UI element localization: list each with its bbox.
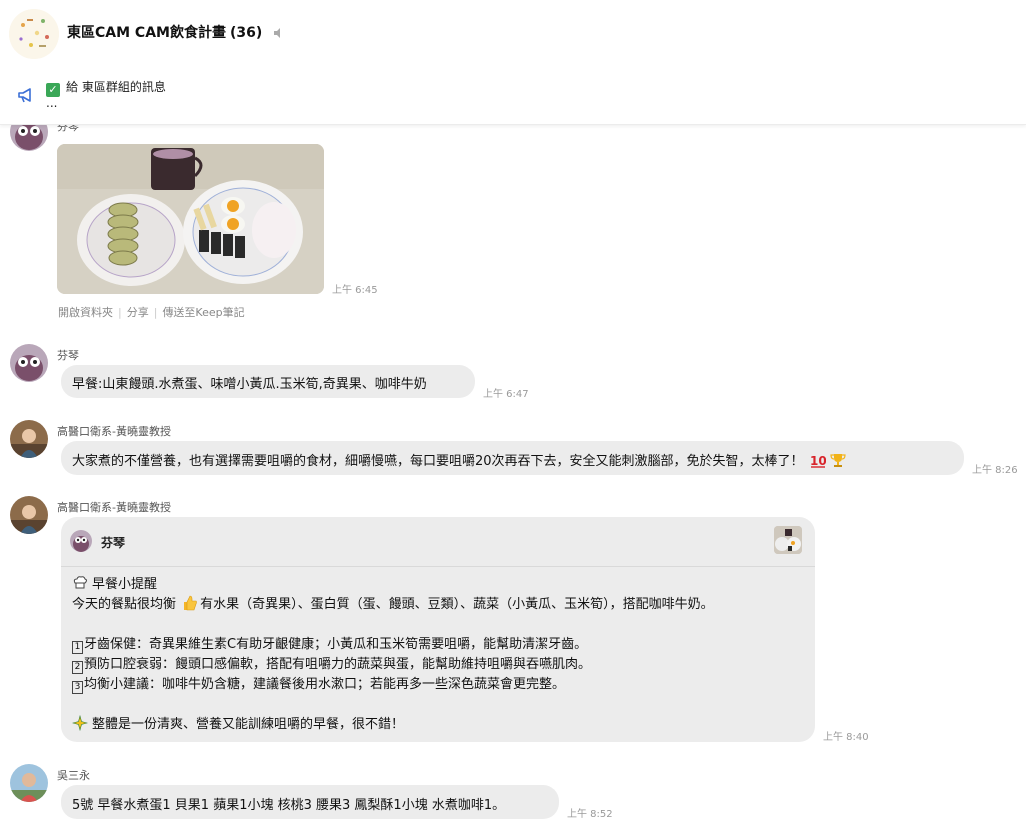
quoted-message-header[interactable]: 芬琴 (61, 517, 815, 567)
sender-name: 高醫口衛系-黃曉靈教授 (57, 425, 171, 438)
svg-text:100: 100 (810, 454, 826, 468)
message-bubble[interactable]: 大家煮的不僅營養，也有選擇需要咀嚼的食材，細嚼慢嚥，每口要咀嚼20次再吞下去，安… (61, 441, 964, 475)
reply-title: 早餐小提醒 (92, 577, 158, 592)
trophy-icon (830, 452, 846, 472)
message-text: 5號 早餐水煮蛋1 貝果1 蘋果1小塊 核桃3 腰果3 鳳梨酥1小塊 水煮咖啡1… (72, 798, 506, 813)
reply-closing-line: 整體是一份清爽、營養又能訓練咀嚼的早餐，很不錯！ (71, 714, 714, 738)
reply-message-card[interactable]: 芬琴 早餐小提醒 今天的餐點很均衡 有水果（奇異果）、蛋白質（蛋、饅頭、豆類）、… (61, 517, 815, 742)
avatar[interactable] (10, 420, 48, 458)
sparkle-icon (71, 714, 89, 738)
reply-title-line: 早餐小提醒 (72, 575, 714, 595)
number-1-icon: 1 (72, 641, 83, 654)
megaphone-icon (16, 85, 36, 109)
message-bubble[interactable]: 5號 早餐水煮蛋1 貝果1 蘋果1小塊 核桃3 腰果3 鳳梨酥1小塊 水煮咖啡1… (61, 785, 559, 819)
food-photo[interactable] (57, 144, 324, 294)
message-time: 上午 6:47 (483, 389, 529, 400)
chat-header: 東區CAM CAM飲食計畫 (36) (0, 0, 1026, 66)
open-folder-link[interactable]: 開啟資料夾 (58, 306, 113, 319)
message-time: 上午 6:45 (332, 285, 378, 296)
announcement-bar[interactable]: ✓ 給 東區群組的訊息 ... (0, 72, 1026, 125)
announcement-more: ... (46, 96, 58, 110)
reply-body: 早餐小提醒 今天的餐點很均衡 有水果（奇異果）、蛋白質（蛋、饅頭、豆類）、蔬菜（… (71, 575, 714, 738)
divider: | (153, 306, 158, 319)
reply-text: 牙齒保健：奇異果維生素C有助牙齦健康；小黃瓜和玉米筍需要咀嚼，能幫助清潔牙齒。 (84, 637, 588, 652)
announcement-label: 給 東區群組的訊息 (66, 80, 166, 94)
message-bubble[interactable]: 早餐:山東饅頭.水煮蛋、味噌小黃瓜.玉米筍,奇異果、咖啡牛奶 (61, 365, 475, 398)
share-link[interactable]: 分享 (127, 306, 149, 319)
quoted-avatar (70, 530, 92, 552)
sender-name: 芬琴 (57, 349, 79, 362)
member-count: (36) (229, 25, 263, 41)
hundred-points-icon: 100 (810, 452, 835, 472)
reply-text: 今天的餐點很均衡 (72, 597, 177, 612)
announcement-text: ✓ 給 東區群組的訊息 (46, 78, 166, 97)
message-text: 早餐:山東饅頭.水煮蛋、味噌小黃瓜.玉米筍,奇異果、咖啡牛奶 (72, 377, 427, 392)
message-time: 上午 8:52 (567, 809, 613, 820)
photo-actions: 開啟資料夾 | 分享 | 傳送至Keep筆記 (58, 304, 245, 320)
number-2-icon: 2 (72, 661, 83, 674)
divider: | (118, 306, 122, 319)
reply-text: 均衡小建議：咖啡牛奶含糖，建議餐後用水漱口；若能再多一些深色蔬菜會更完整。 (84, 677, 566, 692)
group-avatar[interactable] (9, 9, 59, 59)
speaker-muted-icon (273, 27, 285, 43)
avatar[interactable] (10, 764, 48, 802)
avatar[interactable] (10, 496, 48, 534)
quoted-photo-thumbnail[interactable] (774, 526, 802, 554)
send-to-keep-link[interactable]: 傳送至Keep筆記 (162, 306, 244, 319)
number-3-icon: 3 (72, 681, 83, 694)
reply-text: 有水果（奇異果）、蛋白質（蛋、饅頭、豆類）、蔬菜（小黃瓜、玉米筍），搭配咖啡牛奶… (200, 597, 714, 612)
message-time: 上午 8:26 (972, 465, 1018, 476)
group-name: 東區CAM CAM飲食計畫 (67, 25, 226, 41)
reply-point: 3 均衡小建議：咖啡牛奶含糖，建議餐後用水漱口；若能再多一些深色蔬菜會更完整。 (72, 675, 714, 695)
reply-point: 1 牙齒保健：奇異果維生素C有助牙齦健康；小黃瓜和玉米筍需要咀嚼，能幫助清潔牙齒。 (72, 635, 714, 655)
group-title[interactable]: 東區CAM CAM飲食計畫 (36) (67, 22, 285, 43)
green-check-icon: ✓ (46, 83, 60, 97)
message-text: 大家煮的不僅營養，也有選擇需要咀嚼的食材，細嚼慢嚥，每口要咀嚼20次再吞下去，安… (72, 454, 804, 469)
reply-point: 2 預防口腔衰弱：饅頭口感偏軟，搭配有咀嚼力的蔬菜與蛋，能幫助維持咀嚼與吞嚥肌肉。 (72, 655, 714, 675)
quoted-sender-name: 芬琴 (101, 536, 126, 550)
sender-name: 高醫口衛系-黃曉靈教授 (57, 501, 171, 514)
reply-text: 預防口腔衰弱：饅頭口感偏軟，搭配有咀嚼力的蔬菜與蛋，能幫助維持咀嚼與吞嚥肌肉。 (84, 657, 592, 672)
thumbs-up-icon (182, 595, 198, 618)
avatar[interactable] (10, 344, 48, 382)
reply-text: 整體是一份清爽、營養又能訓練咀嚼的早餐，很不錯！ (92, 717, 405, 732)
reply-line-1: 今天的餐點很均衡 有水果（奇異果）、蛋白質（蛋、饅頭、豆類）、蔬菜（小黃瓜、玉米… (72, 595, 714, 615)
message-time: 上午 8:40 (823, 732, 869, 743)
sender-name: 吳三永 (57, 769, 90, 782)
